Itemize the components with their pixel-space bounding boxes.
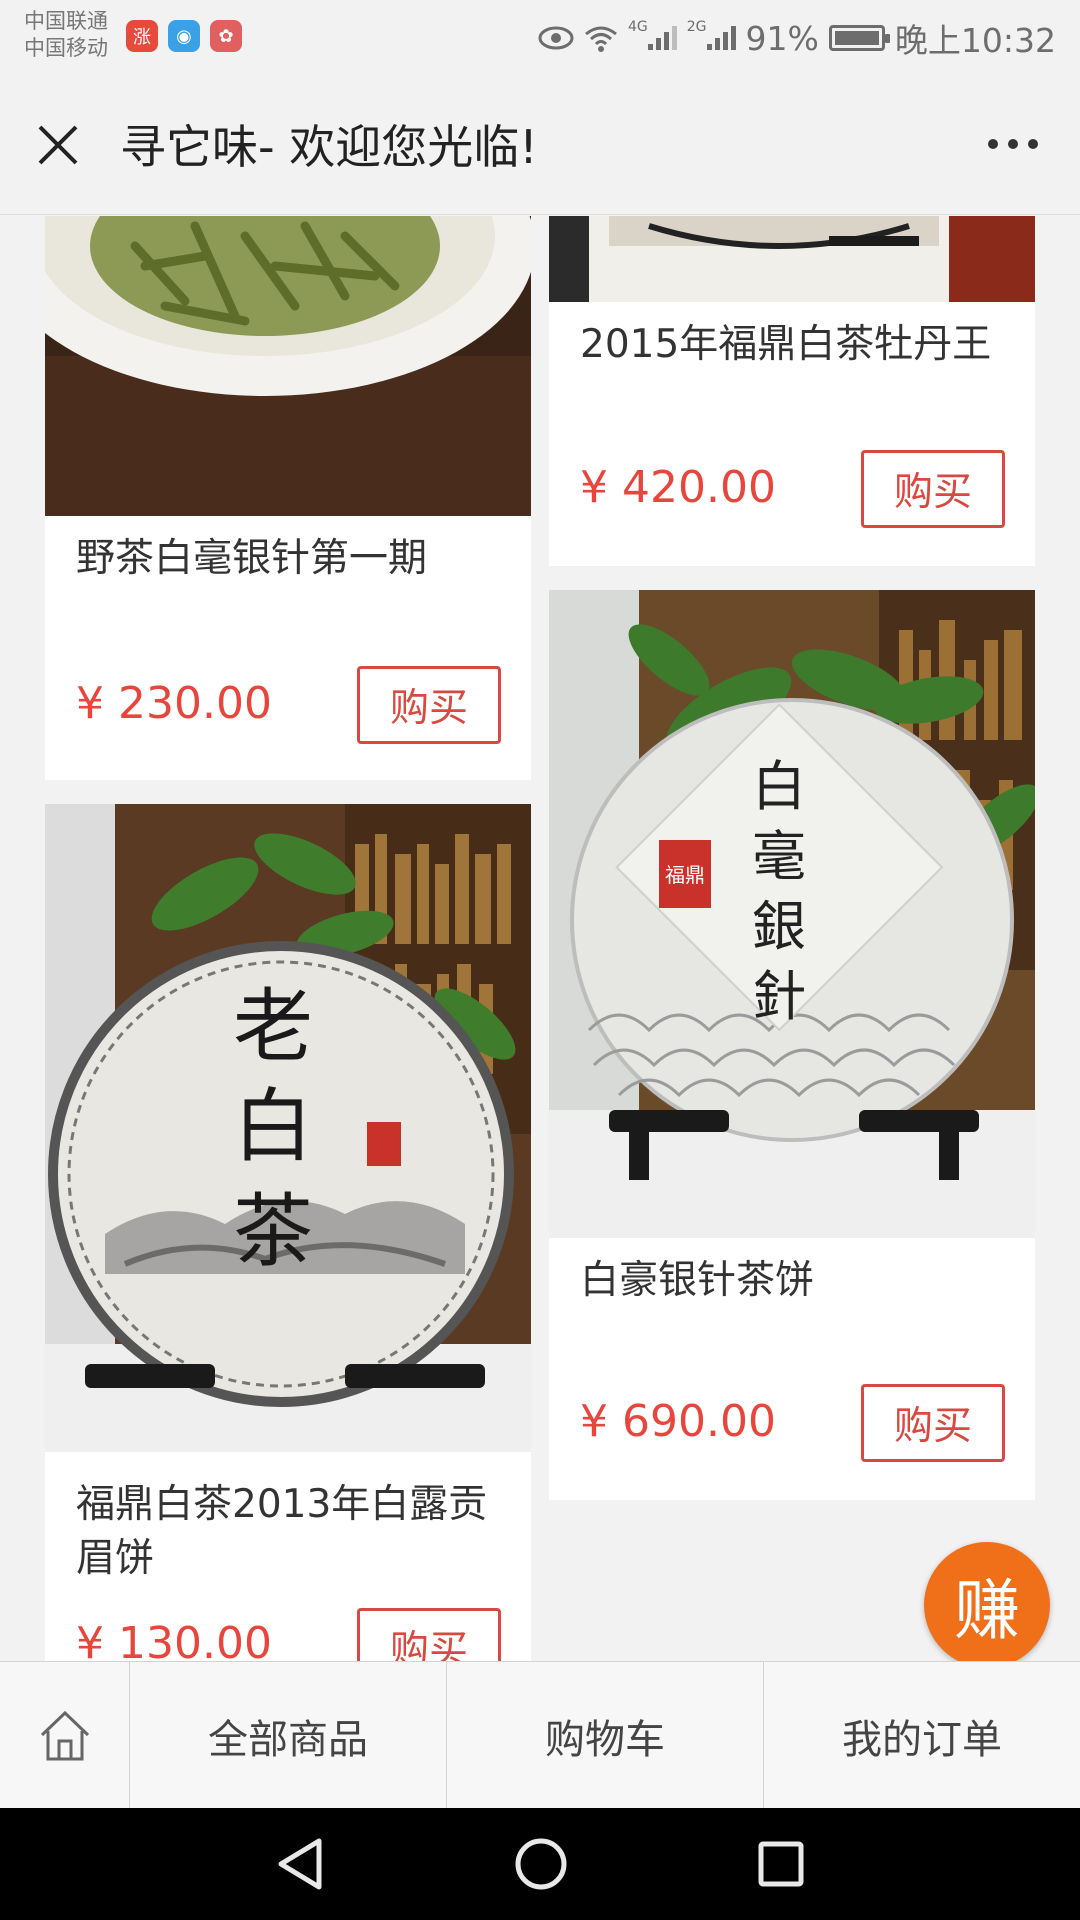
notification-icons: 涨 ◉ ✿: [126, 20, 242, 52]
product-card[interactable]: 福鼎 白 毫 銀 針 白豪银针茶饼 ¥ 690.00 购买: [549, 590, 1035, 1500]
product-price: ¥ 690.00: [580, 1396, 776, 1447]
recents-icon[interactable]: [757, 1840, 805, 1888]
earn-fab-button[interactable]: 赚: [924, 1542, 1050, 1661]
product-image[interactable]: 福鼎 白 毫 銀 針: [549, 590, 1035, 1238]
product-name[interactable]: 白豪银针茶饼: [580, 1254, 1000, 1308]
huawei-app-icon: ✿: [210, 20, 242, 52]
svg-text:茶: 茶: [233, 1185, 313, 1278]
buy-button[interactable]: 购买: [861, 450, 1005, 528]
product-image[interactable]: [45, 216, 531, 516]
clock: 晚上10:32: [894, 21, 1056, 60]
home-button[interactable]: [0, 1662, 130, 1809]
battery-percent: 91%: [745, 18, 819, 58]
back-icon[interactable]: [275, 1837, 325, 1891]
carrier-info: 中国联通 中国移动: [24, 8, 108, 62]
status-indicators: 4G 2G 91% 晚上10:32: [538, 14, 1056, 62]
buy-button[interactable]: 购买: [357, 666, 501, 744]
product-price: ¥ 130.00: [76, 1618, 272, 1661]
signal-bars-icon: [647, 24, 677, 50]
tea-cake-text: 白: [752, 755, 806, 818]
carrier-1: 中国联通: [24, 9, 108, 33]
chat-app-icon: ◉: [168, 20, 200, 52]
signal-2g: 2G: [687, 19, 736, 58]
product-name[interactable]: 2015年福鼎白茶牡丹王: [580, 318, 1000, 372]
page-title: 寻它味- 欢迎您光临!: [120, 120, 538, 174]
home-circle-icon[interactable]: [514, 1837, 568, 1891]
close-icon[interactable]: [34, 121, 82, 169]
nav-my-orders[interactable]: 我的订单: [764, 1662, 1080, 1809]
svg-text:針: 針: [752, 965, 806, 1028]
product-card[interactable]: 野茶白毫银针第一期 ¥ 230.00 购买: [45, 216, 531, 780]
nav-cart[interactable]: 购物车: [447, 1662, 764, 1809]
title-bar: 寻它味- 欢迎您光临!: [0, 75, 1080, 215]
tea-stamp-text: 福鼎: [665, 863, 705, 887]
buy-button[interactable]: 购买: [861, 1384, 1005, 1462]
product-price: ¥ 420.00: [580, 462, 776, 513]
product-image[interactable]: 老 白 茶: [45, 804, 531, 1452]
network-2g-label: 2G: [686, 18, 707, 35]
product-grid[interactable]: 野茶白毫银针第一期 ¥ 230.00 购买 2015年福鼎白茶牡丹王 ¥ 420…: [0, 216, 1080, 1661]
product-name[interactable]: 野茶白毫银针第一期: [76, 532, 496, 586]
product-price: ¥ 230.00: [76, 678, 272, 729]
bottom-nav: 全部商品 购物车 我的订单: [0, 1661, 1080, 1809]
svg-text:白: 白: [233, 1080, 313, 1173]
more-icon[interactable]: [988, 139, 1038, 149]
nav-all-products[interactable]: 全部商品: [130, 1662, 447, 1809]
svg-text:毫: 毫: [752, 825, 806, 888]
system-nav-bar: [0, 1808, 1080, 1920]
signal-bars-icon: [706, 24, 736, 50]
signal-4g: 4G: [628, 19, 677, 58]
zhang-app-icon: 涨: [126, 20, 158, 52]
product-card[interactable]: 老 白 茶 福鼎白茶2013年白露贡眉饼 ¥ 130.00 购买: [45, 804, 531, 1661]
product-card[interactable]: 2015年福鼎白茶牡丹王 ¥ 420.00 购买: [549, 216, 1035, 566]
buy-button[interactable]: 购买: [357, 1608, 501, 1661]
battery-icon: [828, 25, 890, 51]
wifi-icon: [585, 26, 617, 52]
home-icon: [40, 1710, 89, 1760]
product-name[interactable]: 福鼎白茶2013年白露贡眉饼: [76, 1478, 496, 1586]
status-bar: 中国联通 中国移动 涨 ◉ ✿ 4G 2G 91% 晚上10:32: [0, 0, 1080, 75]
svg-text:銀: 銀: [752, 895, 806, 958]
carrier-2: 中国移动: [24, 36, 108, 60]
network-4g-label: 4G: [628, 18, 648, 35]
eye-icon: [538, 26, 574, 50]
tea-cake-text: 老: [233, 980, 313, 1073]
product-image[interactable]: [549, 216, 1035, 302]
